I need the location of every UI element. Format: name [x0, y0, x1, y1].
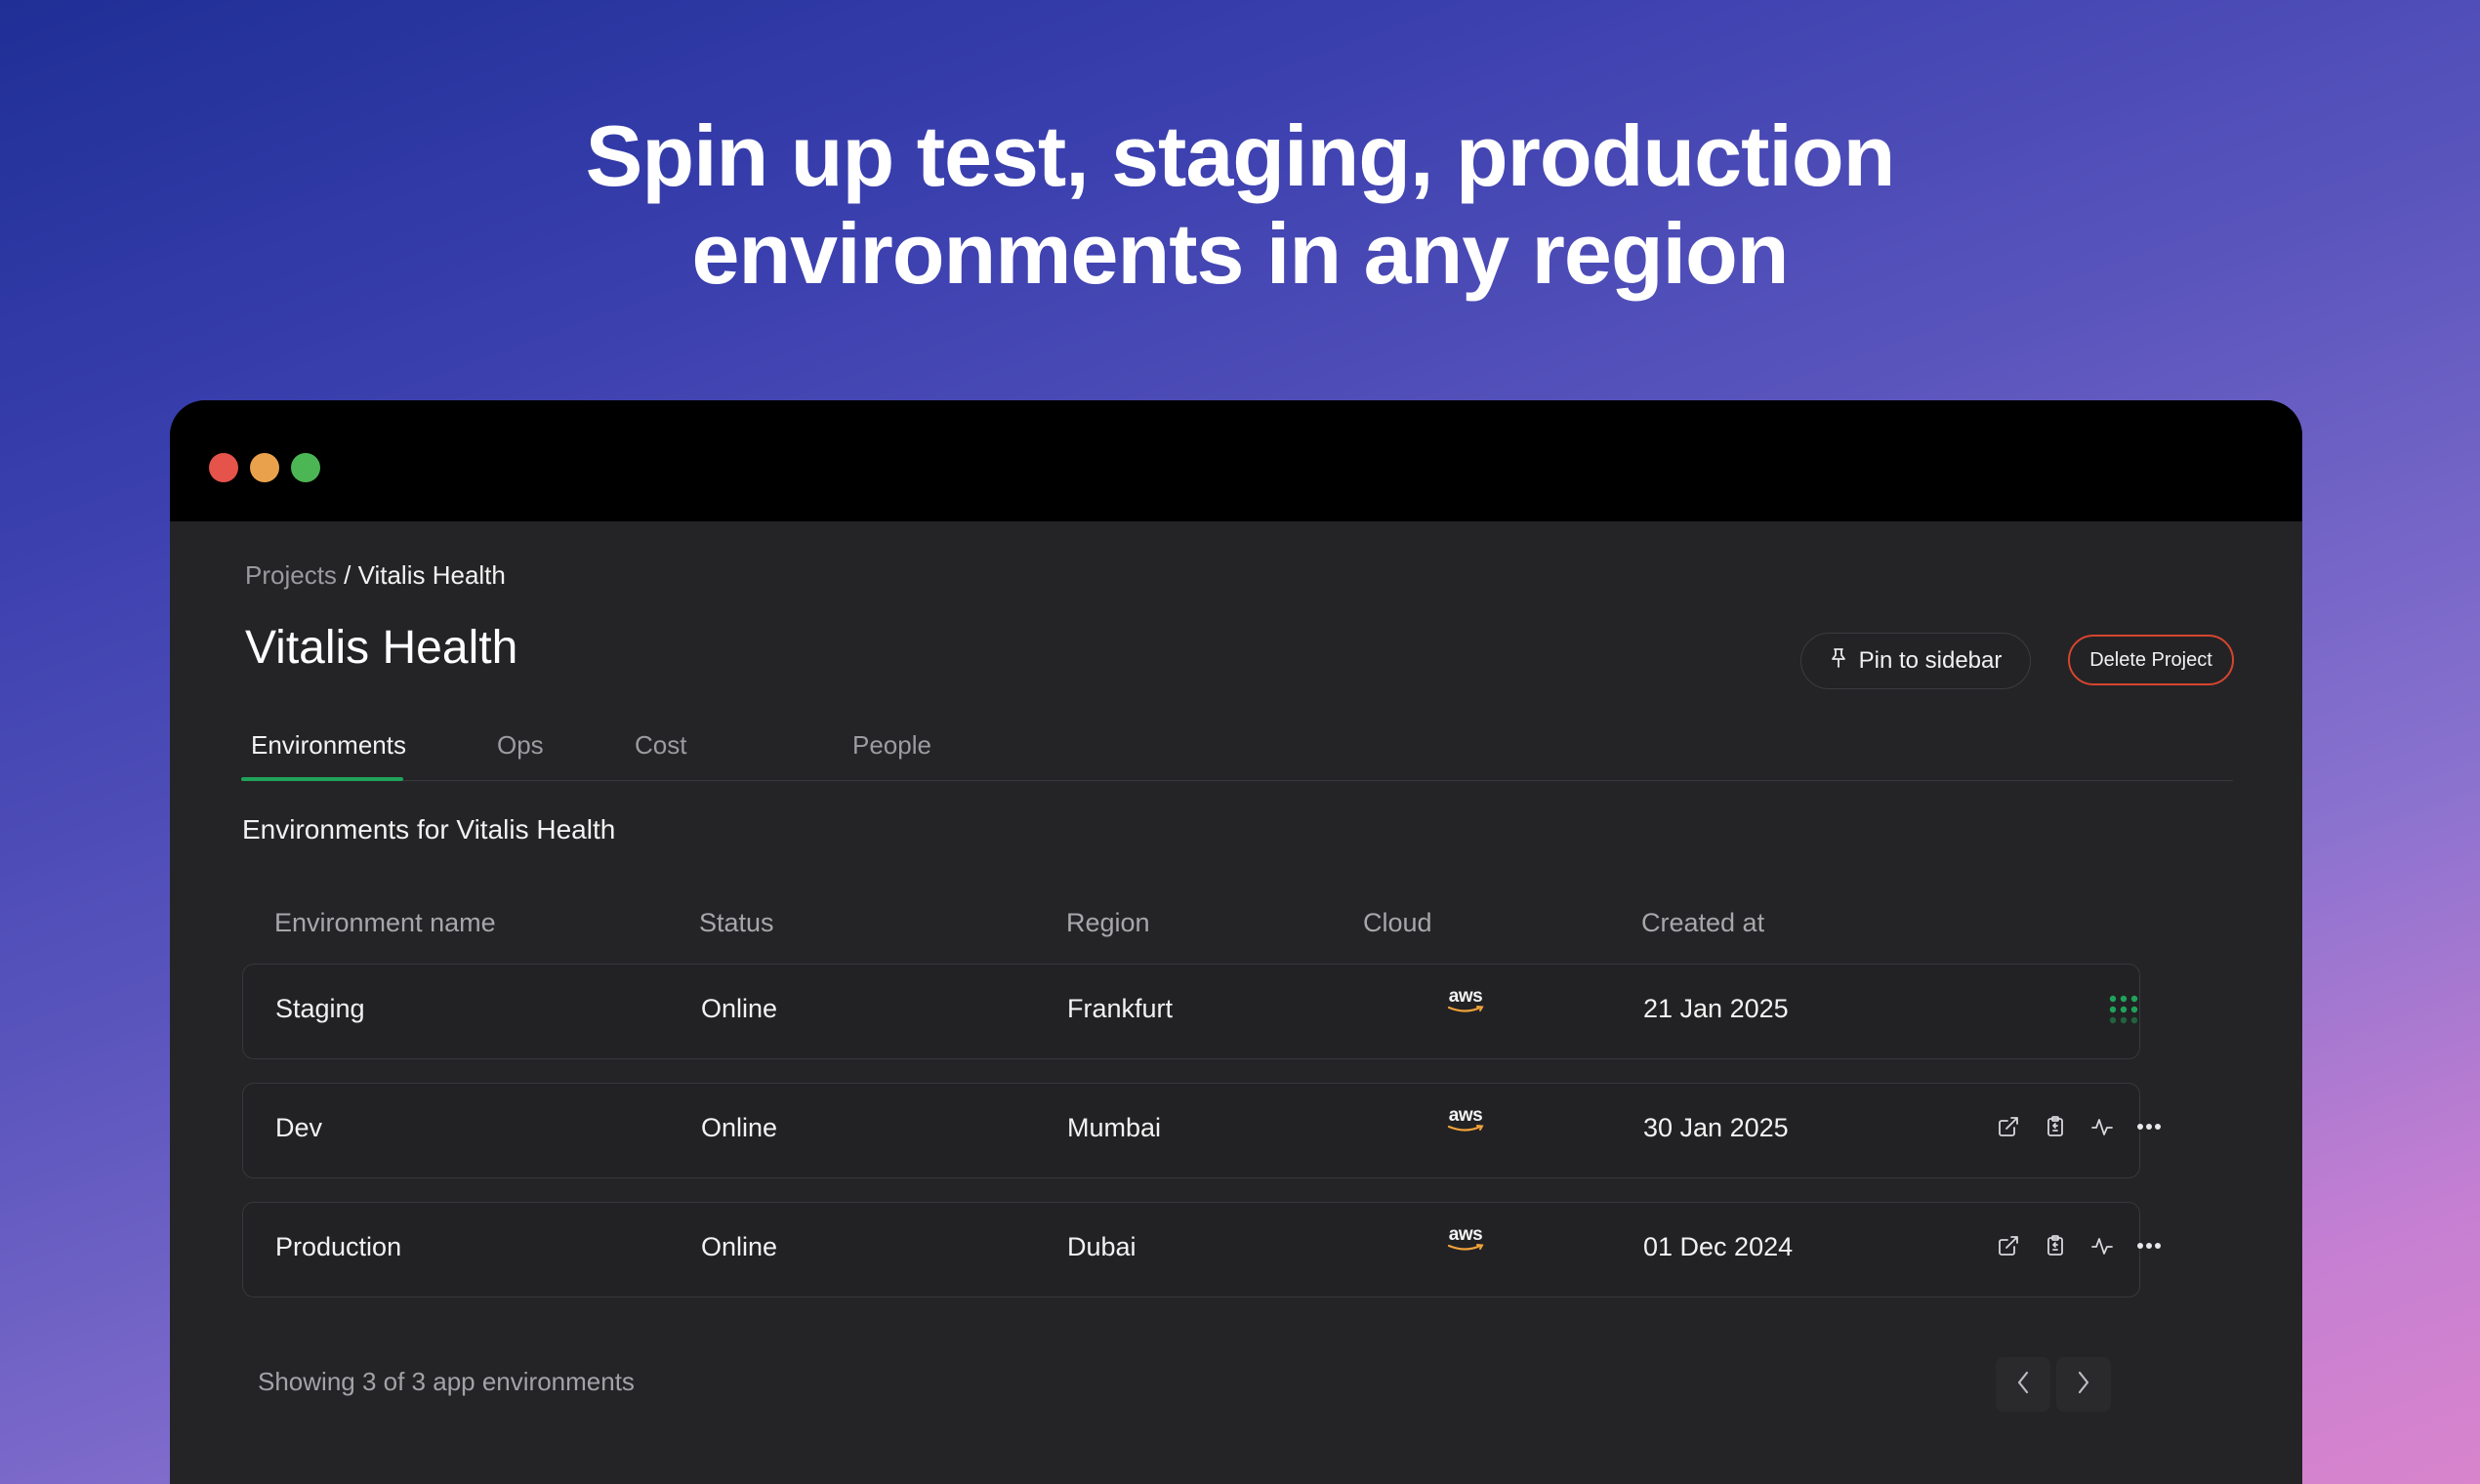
aws-logo-icon: aws — [1444, 986, 1487, 1025]
external-link-icon[interactable] — [1995, 1113, 2022, 1140]
env-status: Online — [701, 994, 778, 1023]
table-row[interactable]: Staging Online Frankfurt aws 21 Jan 2025 — [242, 964, 2140, 1059]
app-window: Projects / Vitalis Health Vitalis Health… — [170, 400, 2302, 1484]
aws-logo-text: aws — [1448, 1224, 1483, 1245]
breadcrumb-separator: / — [336, 560, 358, 590]
tab-ops[interactable]: Ops — [497, 730, 544, 761]
aws-logo-text: aws — [1448, 1105, 1483, 1126]
env-status: Online — [701, 1113, 778, 1142]
table-header: Environment name Status Region Cloud Cre… — [242, 898, 2140, 947]
aws-logo-icon: aws — [1444, 1224, 1487, 1263]
row-actions — [1995, 1232, 2163, 1259]
activity-icon[interactable] — [2088, 1232, 2116, 1259]
env-name: Production — [275, 1232, 402, 1261]
chevron-right-icon — [2076, 1370, 2091, 1400]
pin-icon — [1830, 647, 1847, 676]
column-header-cloud: Cloud — [1363, 908, 1432, 937]
breadcrumb-projects-link[interactable]: Projects — [245, 560, 337, 590]
row-actions — [1995, 1113, 2163, 1140]
column-header-status: Status — [699, 908, 774, 937]
column-header-name: Environment name — [274, 908, 496, 937]
env-created-at: 30 Jan 2025 — [1643, 1113, 1789, 1142]
env-name: Staging — [275, 994, 365, 1023]
more-icon[interactable] — [2135, 1113, 2163, 1140]
table-row[interactable]: Dev Online Mumbai aws 30 Jan 2025 — [242, 1083, 2161, 1178]
headline-line-2: environments in any region — [691, 205, 1789, 302]
env-region: Mumbai — [1067, 1113, 1162, 1142]
tab-environments[interactable]: Environments — [251, 730, 406, 761]
column-header-created: Created at — [1641, 908, 1765, 937]
table-row[interactable]: Production Online Dubai aws 01 Dec 2024 — [242, 1202, 2161, 1298]
next-page-button[interactable] — [2056, 1357, 2111, 1412]
env-region: Dubai — [1067, 1232, 1137, 1261]
previous-page-button[interactable] — [1996, 1357, 2050, 1412]
headline: Spin up test, staging, production enviro… — [0, 107, 2480, 303]
tab-cost[interactable]: Cost — [635, 730, 686, 761]
env-status: Online — [701, 1232, 778, 1261]
delete-button-label: Delete Project — [2089, 648, 2212, 671]
maximize-window-button[interactable] — [291, 453, 320, 482]
more-icon[interactable] — [2135, 1232, 2163, 1259]
section-title: Environments for Vitalis Health — [242, 814, 616, 845]
clipboard-icon[interactable] — [2042, 1113, 2069, 1140]
column-header-region: Region — [1066, 908, 1150, 937]
aws-logo-text: aws — [1448, 986, 1483, 1007]
tab-bar: Environments Ops Cost People — [241, 722, 2233, 781]
pagination-summary: Showing 3 of 3 app environments — [258, 1367, 635, 1396]
breadcrumb: Projects / Vitalis Health — [245, 560, 506, 591]
env-region: Frankfurt — [1067, 994, 1174, 1023]
headline-line-1: Spin up test, staging, production — [585, 107, 1896, 204]
active-tab-indicator — [241, 777, 403, 781]
external-link-icon[interactable] — [1995, 1232, 2022, 1259]
env-created-at: 01 Dec 2024 — [1643, 1232, 1794, 1261]
delete-project-button[interactable]: Delete Project — [2068, 635, 2234, 685]
breadcrumb-current: Vitalis Health — [357, 560, 506, 590]
window-titlebar — [170, 400, 2302, 521]
env-name: Dev — [275, 1113, 323, 1142]
tab-people[interactable]: People — [852, 730, 931, 761]
aws-logo-icon: aws — [1444, 1105, 1487, 1144]
clipboard-icon[interactable] — [2042, 1232, 2069, 1259]
close-window-button[interactable] — [209, 453, 238, 482]
pin-button-label: Pin to sidebar — [1858, 647, 2003, 674]
minimize-window-button[interactable] — [250, 453, 279, 482]
chevron-left-icon — [2015, 1370, 2031, 1400]
env-created-at: 21 Jan 2025 — [1643, 994, 1789, 1023]
grid-dots-icon[interactable] — [2108, 994, 2139, 1025]
activity-icon[interactable] — [2088, 1113, 2116, 1140]
page-title: Vitalis Health — [245, 622, 518, 674]
pin-to-sidebar-button[interactable]: Pin to sidebar — [1800, 633, 2031, 689]
